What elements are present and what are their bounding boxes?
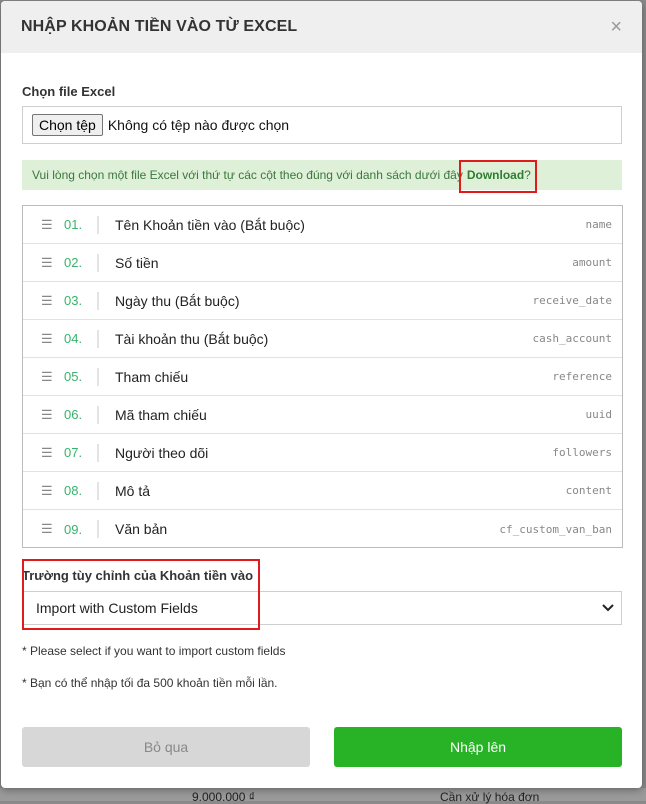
column-name: Tên Khoản tiền vào (Bắt buộc) <box>115 216 305 233</box>
custom-fields-value: Import with Custom Fields <box>36 600 198 616</box>
divider <box>97 215 99 234</box>
modal-header: NHẬP KHOẢN TIỀN VÀO TỪ EXCEL × <box>1 1 642 53</box>
column-name: Tài khoản thu (Bắt buộc) <box>115 330 269 347</box>
divider <box>97 520 99 538</box>
column-name: Ngày thu (Bắt buộc) <box>115 292 240 309</box>
column-number: 01. <box>64 217 83 232</box>
divider <box>97 443 99 462</box>
column-row[interactable]: ☰ 01. Tên Khoản tiền vào (Bắt buộc) name <box>23 206 622 244</box>
column-number: 03. <box>64 293 83 308</box>
divider <box>97 291 99 310</box>
drag-handle-icon[interactable]: ☰ <box>41 483 55 499</box>
column-number: 09. <box>64 521 83 537</box>
column-row[interactable]: ☰ 05. Tham chiếu reference <box>23 358 622 396</box>
drag-handle-icon[interactable]: ☰ <box>41 293 55 309</box>
column-key: content <box>565 484 612 497</box>
column-key: reference <box>552 370 612 383</box>
drag-handle-icon[interactable]: ☰ <box>41 331 55 347</box>
column-key: cash_account <box>532 332 612 345</box>
column-row[interactable]: ☰ 02. Số tiền amount <box>23 244 622 282</box>
column-name: Mã tham chiếu <box>115 406 207 423</box>
column-number: 02. <box>64 255 83 270</box>
choose-file-button[interactable]: Chọn tệp <box>32 114 103 136</box>
divider <box>97 481 99 500</box>
file-label: Chọn file Excel <box>22 84 116 99</box>
custom-fields-label: Trường tùy chỉnh của Khoản tiền vào <box>22 568 254 583</box>
background-text: Cần xử lý hóa đơn <box>440 790 540 804</box>
column-name: Số tiền <box>115 254 159 271</box>
column-name: Tham chiếu <box>115 368 189 385</box>
column-name: Văn bản <box>115 521 168 537</box>
modal-title: NHẬP KHOẢN TIỀN VÀO TỪ EXCEL <box>21 18 298 35</box>
column-key: receive_date <box>532 294 612 307</box>
column-number: 05. <box>64 369 83 384</box>
background-page: 9.000.000 ₫ Cần xử lý hóa đơn <box>0 788 646 804</box>
column-key: uuid <box>585 408 613 421</box>
drag-handle-icon[interactable]: ☰ <box>41 445 55 461</box>
custom-fields-select[interactable]: Import with Custom Fields <box>22 591 622 625</box>
column-key: cf_custom_van_ban <box>499 522 612 536</box>
column-name: Mô tả <box>115 482 151 499</box>
divider <box>97 367 99 386</box>
column-row[interactable]: ☰ 03. Ngày thu (Bắt buộc) receive_date <box>23 282 622 320</box>
column-row[interactable]: ☰ 06. Mã tham chiếu uuid <box>23 396 622 434</box>
column-list: ☰ 01. Tên Khoản tiền vào (Bắt buộc) name ☰ 02… <box>22 205 623 548</box>
close-icon[interactable]: × <box>610 17 622 37</box>
divider <box>97 405 99 424</box>
skip-button[interactable]: Bỏ qua <box>22 727 310 767</box>
drag-handle-icon[interactable]: ☰ <box>41 407 55 423</box>
drag-handle-icon[interactable]: ☰ <box>41 521 55 537</box>
divider <box>97 329 99 348</box>
drag-handle-icon[interactable]: ☰ <box>41 369 55 385</box>
drag-handle-icon[interactable]: ☰ <box>41 217 55 233</box>
background-amount: 9.000.000 ₫ <box>192 790 255 804</box>
column-key: followers <box>552 446 612 459</box>
import-button[interactable]: Nhập lên <box>334 727 622 767</box>
column-key: name <box>585 218 613 231</box>
file-status: Không có tệp nào được chọn <box>107 117 290 133</box>
note-limit: * Bạn có thể nhập tối đa 500 khoản tiền … <box>22 676 278 690</box>
info-text: Vui lòng chọn một file Excel với thứ tự … <box>32 168 463 182</box>
download-link[interactable]: Download <box>467 168 524 182</box>
column-key: amount <box>572 256 612 269</box>
column-number: 08. <box>64 483 83 498</box>
column-number: 06. <box>64 407 83 422</box>
column-row[interactable]: ☰ 07. Người theo dõi followers <box>23 434 622 472</box>
download-suffix: ? <box>524 168 531 182</box>
info-alert: Vui lòng chọn một file Excel với thứ tự … <box>22 160 622 190</box>
chevron-down-icon <box>602 601 614 615</box>
column-row[interactable]: ☰ 04. Tài khoản thu (Bắt buộc) cash_account <box>23 320 622 358</box>
column-number: 07. <box>64 445 83 460</box>
column-name: Người theo dõi <box>115 444 209 461</box>
column-number: 04. <box>64 331 83 346</box>
file-input[interactable]: Chọn tệp Không có tệp nào được chọn <box>22 106 622 144</box>
column-row[interactable]: ☰ 08. Mô tả content <box>23 472 622 510</box>
note-custom-fields: * Please select if you want to import cu… <box>22 644 286 658</box>
drag-handle-icon[interactable]: ☰ <box>41 255 55 271</box>
divider <box>97 253 99 272</box>
column-row[interactable]: ☰ 09. Văn bản cf_custom_van_ban <box>23 510 622 548</box>
